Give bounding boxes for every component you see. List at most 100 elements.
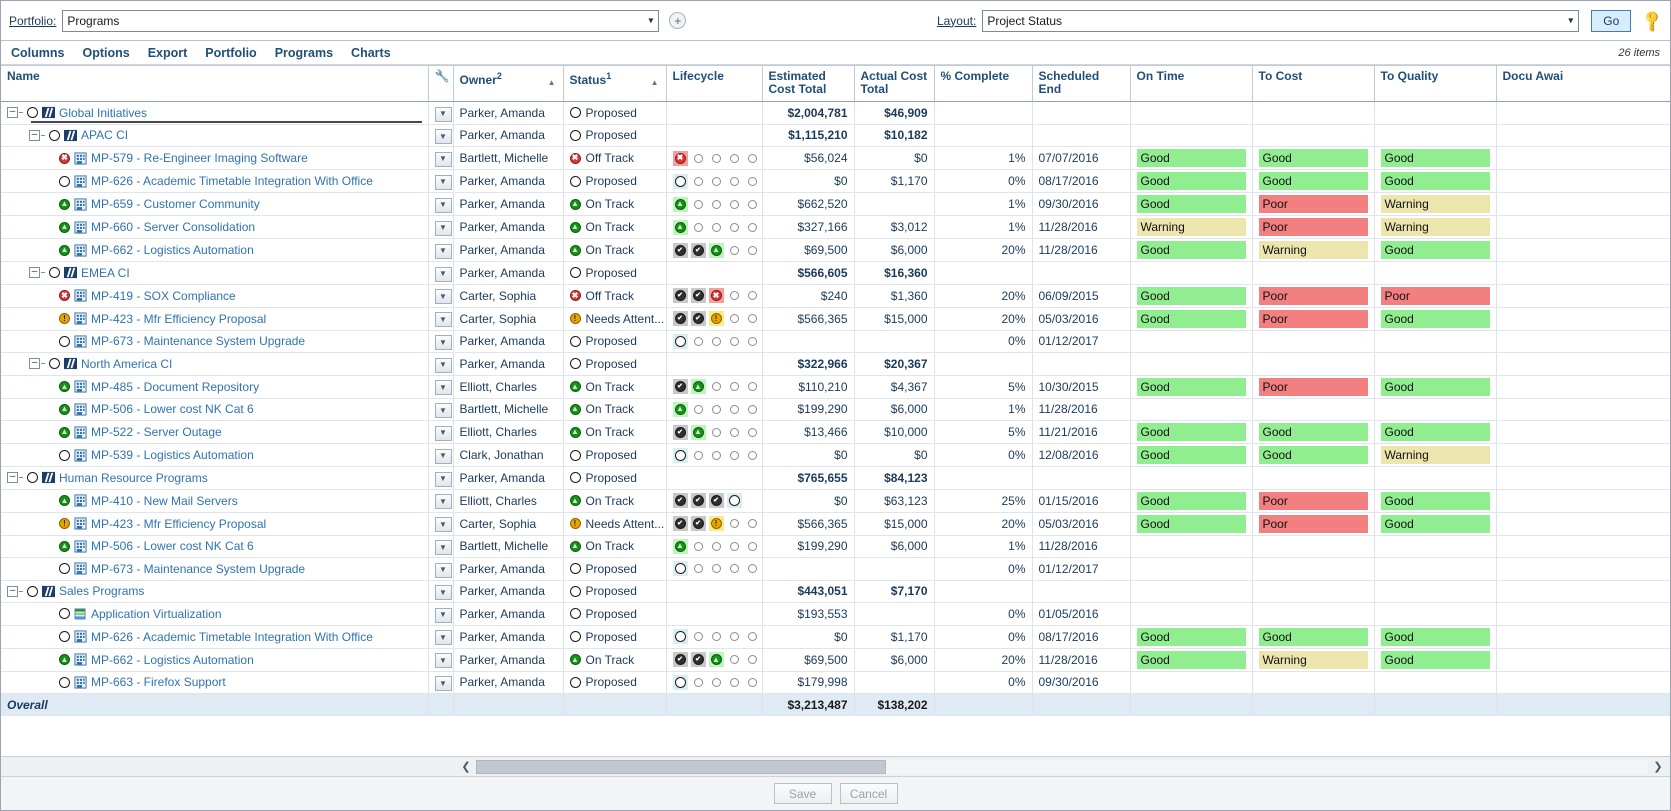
cell-owner[interactable]: Parker, Amanda — [453, 466, 564, 490]
column-header-on-time[interactable]: On Time — [1130, 65, 1253, 102]
go-button[interactable]: Go — [1591, 9, 1632, 32]
row-menu-chevron-down-icon[interactable]: ▼ — [434, 197, 452, 213]
table-row[interactable]: North America CI ▼Parker, Amanda Proposed $… — [1, 352, 1670, 376]
table-row[interactable]: ▲ MP-662 - Logistics Automation ▼ Parker, A… — [1, 238, 1670, 262]
row-name-link[interactable]: MP-419 - SOX Compliance — [91, 288, 236, 304]
table-row[interactable]: MP-539 - Logistics Automation ▼ Clark, Jon… — [1, 443, 1670, 467]
cell-estimated-cost-total[interactable]: $69,500 — [762, 238, 855, 262]
scrollbar-thumb[interactable] — [476, 759, 887, 774]
cell-owner[interactable]: Parker, Amanda — [453, 671, 564, 694]
row-menu-chevron-down-icon[interactable]: ▼ — [434, 151, 452, 167]
row-menu-chevron-down-icon[interactable]: ▼ — [434, 243, 452, 259]
row-menu-chevron-down-icon[interactable]: ▼ — [434, 220, 452, 236]
cell-owner[interactable]: Parker, Amanda — [453, 192, 564, 216]
cell-actual-cost-total[interactable]: $6,000 — [854, 238, 935, 262]
cell-actual-cost-total[interactable]: $3,012 — [854, 215, 935, 239]
cell-owner[interactable]: Parker, Amanda — [453, 580, 564, 603]
row-menu-chevron-down-icon[interactable]: ▼ — [434, 676, 452, 691]
layout-select[interactable]: Project Status — [982, 9, 1580, 32]
cell-actual-cost-total[interactable]: $6,000 — [854, 648, 935, 672]
table-row[interactable]: ▲ MP-522 - Server Outage ▼ Elliott, Charles… — [1, 420, 1670, 444]
row-name-link[interactable]: MP-423 - Mfr Efficiency Proposal — [91, 516, 266, 532]
lifecycle-indicator[interactable]: ✔ ✔ ✖ — [672, 288, 757, 303]
table-row[interactable]: ▲ MP-410 - New Mail Servers ▼ Elliott, Char… — [1, 489, 1670, 513]
row-menu-chevron-down-icon[interactable]: ▼ — [434, 540, 452, 555]
row-name-link[interactable]: MP-673 - Maintenance System Upgrade — [91, 561, 305, 577]
cell-owner[interactable]: Parker, Amanda — [453, 101, 564, 125]
row-name-link[interactable]: MP-579 - Re-Engineer Imaging Software — [91, 150, 308, 166]
table-row[interactable]: ▲ MP-662 - Logistics Automation ▼ Parker, A… — [1, 648, 1670, 672]
row-menu-chevron-down-icon[interactable]: ▼ — [434, 448, 452, 464]
cell-owner[interactable]: Parker, Amanda — [453, 124, 564, 147]
cell-estimated-cost-total[interactable]: $199,290 — [762, 398, 855, 421]
table-row[interactable]: EMEA CI ▼Parker, Amanda Proposed $566,605$1… — [1, 261, 1670, 285]
collapse-toggle-icon[interactable] — [29, 267, 40, 279]
chevron-left-icon[interactable]: ❮ — [458, 759, 474, 775]
cell-estimated-cost-total[interactable]: $566,365 — [762, 307, 855, 331]
column-header-status[interactable]: Status1 ▲ — [563, 65, 667, 102]
plus-circle-icon[interactable]: + — [669, 12, 687, 29]
table-row[interactable]: MP-626 - Academic Timetable Integration … — [1, 625, 1670, 649]
row-menu-chevron-down-icon[interactable]: ▼ — [434, 517, 452, 533]
cell-estimated-cost-total[interactable]: $240 — [762, 284, 855, 308]
row-name-link[interactable]: MP-662 - Logistics Automation — [91, 652, 254, 668]
cell-actual-cost-total[interactable]: $0 — [854, 443, 935, 467]
cell-actual-cost-total[interactable] — [854, 330, 935, 353]
column-header-name[interactable]: Name — [1, 65, 429, 102]
cell-owner[interactable]: Carter, Sophia — [453, 512, 564, 536]
row-name-link[interactable]: APAC CI — [81, 127, 128, 143]
portfolio-select[interactable]: Programs — [62, 9, 660, 32]
cell-estimated-cost-total[interactable] — [762, 330, 855, 353]
table-row[interactable]: ▲ MP-660 - Server Consolidation ▼ Parker, A… — [1, 215, 1670, 239]
column-header-documents-awaiting[interactable]: Docu Awai▲ — [1496, 65, 1670, 102]
row-name-link[interactable]: MP-626 - Academic Timetable Integration … — [91, 173, 373, 189]
row-menu-chevron-down-icon[interactable]: ▼ — [434, 585, 452, 600]
horizontal-scrollbar[interactable]: ❮ ❯ — [1, 756, 1670, 776]
row-menu-chevron-down-icon[interactable]: ▼ — [434, 471, 452, 487]
cell-estimated-cost-total[interactable]: $56,024 — [762, 146, 855, 170]
cell-owner[interactable]: Parker, Amanda — [453, 215, 564, 239]
cell-actual-cost-total[interactable]: $1,360 — [854, 284, 935, 308]
row-menu-chevron-down-icon[interactable]: ▼ — [434, 289, 452, 305]
cell-estimated-cost-total[interactable]: $199,290 — [762, 535, 855, 558]
cell-owner[interactable]: Parker, Amanda — [453, 261, 564, 285]
table-row[interactable]: ! MP-423 - Mfr Efficiency Proposal ▼ Carter… — [1, 307, 1670, 331]
row-name-link[interactable]: Sales Programs — [59, 583, 144, 599]
sort-asc-icon[interactable]: ▲ — [548, 76, 556, 89]
row-name-link[interactable]: MP-673 - Maintenance System Upgrade — [91, 333, 305, 349]
collapse-toggle-icon[interactable] — [7, 472, 18, 484]
table-row[interactable]: ▲ MP-506 - Lower cost NK Cat 6 ▼ Bartlett, … — [1, 398, 1670, 421]
cancel-button[interactable]: Cancel — [839, 783, 898, 804]
row-menu-chevron-down-icon[interactable]: ▼ — [434, 129, 452, 144]
cell-estimated-cost-total[interactable]: $327,166 — [762, 215, 855, 239]
row-menu-chevron-down-icon[interactable]: ▼ — [434, 106, 452, 122]
cell-estimated-cost-total[interactable]: $110,210 — [762, 375, 855, 399]
row-menu-chevron-down-icon[interactable]: ▼ — [434, 494, 452, 510]
lifecycle-indicator[interactable]: ✔ ✔ ▲ — [672, 242, 757, 258]
column-header-actual-cost-total[interactable]: Actual Cost Total — [854, 65, 935, 102]
row-menu-chevron-down-icon[interactable]: ▼ — [434, 425, 452, 441]
row-name-link[interactable]: MP-506 - Lower cost NK Cat 6 — [91, 401, 254, 417]
collapse-toggle-icon[interactable] — [7, 107, 18, 119]
table-row[interactable]: Global Initiatives ▼Parker, Amanda Propose… — [1, 101, 1670, 125]
table-row[interactable]: ▲ MP-506 - Lower cost NK Cat 6 ▼ Bartlett, … — [1, 535, 1670, 558]
lifecycle-indicator[interactable]: ✖ — [672, 150, 757, 166]
column-header-to-quality[interactable]: To Quality — [1374, 65, 1497, 102]
cell-estimated-cost-total[interactable]: $662,520 — [762, 192, 855, 216]
row-name-link[interactable]: MP-659 - Customer Community — [91, 196, 260, 212]
lifecycle-indicator[interactable] — [672, 447, 757, 463]
cell-actual-cost-total[interactable] — [854, 557, 935, 581]
column-header-owner[interactable]: Owner2 ▲ — [453, 65, 564, 102]
table-row[interactable]: ! MP-423 - Mfr Efficiency Proposal ▼ Carter… — [1, 512, 1670, 536]
table-row[interactable]: ✖ MP-579 - Re-Engineer Imaging Software ▼ B… — [1, 146, 1670, 170]
cell-actual-cost-total[interactable]: $63,123 — [854, 489, 935, 513]
cell-actual-cost-total[interactable]: $15,000 — [854, 307, 935, 331]
scrollbar-track[interactable] — [476, 759, 1648, 774]
table-row[interactable]: MP-673 - Maintenance System Upgrade ▼ Park… — [1, 330, 1670, 353]
cell-estimated-cost-total[interactable]: $69,500 — [762, 648, 855, 672]
cell-owner[interactable]: Elliott, Charles — [453, 420, 564, 444]
row-name-link[interactable]: North America CI — [81, 356, 172, 372]
cell-actual-cost-total[interactable]: $4,367 — [854, 375, 935, 399]
cell-owner[interactable]: Elliott, Charles — [453, 375, 564, 399]
table-row[interactable]: Human Resource Programs ▼Parker, Amanda Pr… — [1, 466, 1670, 490]
